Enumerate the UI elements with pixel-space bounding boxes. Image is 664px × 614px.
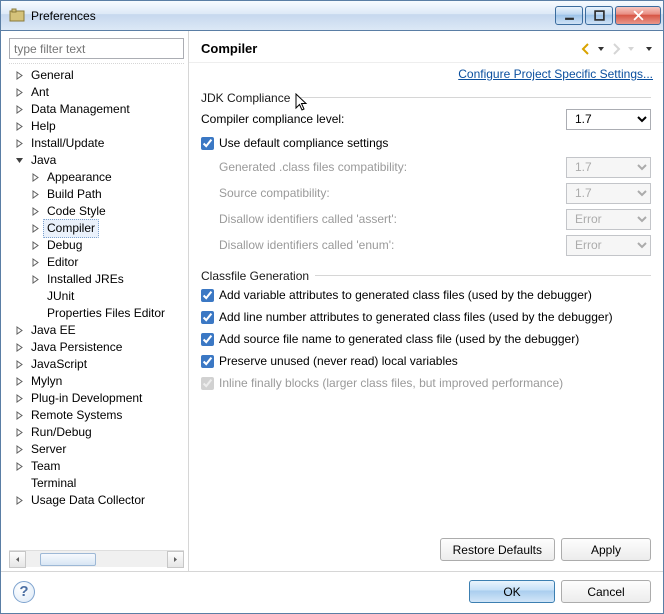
window-title: Preferences xyxy=(31,9,553,23)
use-defaults-checkbox[interactable] xyxy=(201,137,214,150)
expand-icon[interactable] xyxy=(29,189,41,201)
cf-inline-finally-checkbox xyxy=(201,377,214,390)
cf-line-nums-checkbox[interactable] xyxy=(201,311,214,324)
scroll-thumb[interactable] xyxy=(40,553,96,566)
collapse-icon[interactable] xyxy=(13,155,25,167)
expand-icon[interactable] xyxy=(29,274,41,286)
leaf-icon xyxy=(13,478,25,490)
expand-icon[interactable] xyxy=(13,342,25,354)
compliance-level-label: Compiler compliance level: xyxy=(201,112,566,126)
cf-preserve-unused-checkbox[interactable] xyxy=(201,355,214,368)
expand-icon[interactable] xyxy=(13,325,25,337)
right-pane: Compiler Configure Project Specific Sett… xyxy=(189,31,663,571)
gen-class-compat-select: 1.7 xyxy=(566,157,651,178)
cf-line-nums-label: Add line number attributes to generated … xyxy=(219,310,613,324)
forward-dropdown-icon xyxy=(627,45,635,53)
scroll-right-icon[interactable] xyxy=(167,551,184,568)
cf-var-attrs-label: Add variable attributes to generated cla… xyxy=(219,288,592,302)
close-button[interactable] xyxy=(615,6,661,25)
cf-source-name-checkbox[interactable] xyxy=(201,333,214,346)
cf-preserve-unused-label: Preserve unused (never read) local varia… xyxy=(219,354,458,368)
expand-icon[interactable] xyxy=(13,393,25,405)
leaf-icon xyxy=(29,291,41,303)
expand-icon[interactable] xyxy=(13,495,25,507)
use-defaults-label: Use default compliance settings xyxy=(219,136,388,150)
disallow-enum-label: Disallow identifiers called 'enum': xyxy=(219,238,566,252)
filter-input[interactable] xyxy=(9,38,184,59)
expand-icon[interactable] xyxy=(29,172,41,184)
source-compat-label: Source compatibility: xyxy=(219,186,566,200)
expand-icon[interactable] xyxy=(13,427,25,439)
disallow-enum-select: Error xyxy=(566,235,651,256)
footer: ? OK Cancel xyxy=(1,571,663,613)
classfile-gen-group-label: Classfile Generation xyxy=(201,269,309,283)
expand-icon[interactable] xyxy=(29,206,41,218)
source-compat-select: 1.7 xyxy=(566,183,651,204)
left-pane: General Ant Data Management Help Install… xyxy=(1,31,189,571)
back-icon[interactable] xyxy=(579,42,593,56)
configure-project-link[interactable]: Configure Project Specific Settings... xyxy=(458,67,653,81)
help-icon[interactable]: ? xyxy=(13,581,35,603)
maximize-button[interactable] xyxy=(585,6,613,25)
expand-icon[interactable] xyxy=(13,410,25,422)
disallow-assert-select: Error xyxy=(566,209,651,230)
expand-icon[interactable] xyxy=(13,359,25,371)
expand-icon[interactable] xyxy=(13,461,25,473)
expand-icon[interactable] xyxy=(13,104,25,116)
compliance-level-select[interactable]: 1.7 xyxy=(566,109,651,130)
cf-inline-finally-label: Inline finally blocks (larger class file… xyxy=(219,376,563,390)
ok-button[interactable]: OK xyxy=(469,580,555,603)
apply-button[interactable]: Apply xyxy=(561,538,651,561)
page-title: Compiler xyxy=(201,41,579,56)
preferences-window: Preferences General Ant Data Management … xyxy=(0,0,664,614)
minimize-button[interactable] xyxy=(555,6,583,25)
expand-icon[interactable] xyxy=(29,223,41,235)
gen-class-compat-label: Generated .class files compatibility: xyxy=(219,160,566,174)
tree-item[interactable]: Usage Data Collector xyxy=(27,491,149,510)
jdk-compliance-group-label: JDK Compliance xyxy=(201,91,290,105)
expand-icon[interactable] xyxy=(13,138,25,150)
cf-var-attrs-checkbox[interactable] xyxy=(201,289,214,302)
restore-defaults-button[interactable]: Restore Defaults xyxy=(440,538,555,561)
expand-icon[interactable] xyxy=(29,240,41,252)
expand-icon[interactable] xyxy=(13,70,25,82)
expand-icon[interactable] xyxy=(13,121,25,133)
expand-icon[interactable] xyxy=(13,376,25,388)
back-dropdown-icon[interactable] xyxy=(597,45,605,53)
tree-view[interactable]: General Ant Data Management Help Install… xyxy=(9,63,184,550)
cf-source-name-label: Add source file name to generated class … xyxy=(219,332,579,346)
titlebar: Preferences xyxy=(1,1,663,31)
cancel-button[interactable]: Cancel xyxy=(561,580,651,603)
expand-icon[interactable] xyxy=(13,444,25,456)
horizontal-scrollbar[interactable] xyxy=(9,550,184,567)
leaf-icon xyxy=(29,308,41,320)
expand-icon[interactable] xyxy=(29,257,41,269)
disallow-assert-label: Disallow identifiers called 'assert': xyxy=(219,212,566,226)
expand-icon[interactable] xyxy=(13,87,25,99)
app-icon xyxy=(9,8,25,24)
forward-icon xyxy=(609,42,623,56)
scroll-left-icon[interactable] xyxy=(9,551,26,568)
view-menu-icon[interactable] xyxy=(645,45,653,53)
